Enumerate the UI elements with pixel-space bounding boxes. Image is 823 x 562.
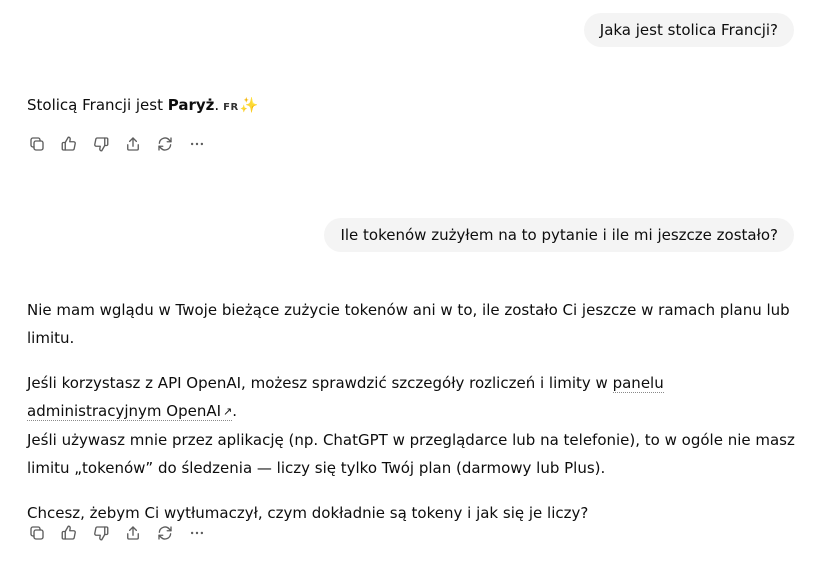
user-message-text: Jaka jest stolica Francji?: [599, 21, 778, 39]
answer-paragraph: Jeśli korzystasz z API OpenAI, możesz sp…: [27, 369, 797, 482]
answer-text: Jeśli korzystasz z API OpenAI, możesz sp…: [27, 374, 613, 392]
user-message-bubble: Ile tokenów zużyłem na to pytanie i ile …: [324, 218, 794, 252]
share-button[interactable]: [121, 522, 145, 544]
user-message-text: Ile tokenów zużyłem na to pytanie i ile …: [340, 226, 778, 244]
bad-response-button[interactable]: [89, 133, 113, 155]
message-actions: [25, 522, 209, 544]
answer-text-suffix: .: [232, 402, 238, 420]
answer-paragraph: Nie mam wglądu w Twoje bieżące zużycie t…: [27, 301, 790, 347]
good-response-button[interactable]: [57, 133, 81, 155]
assistant-message: Nie mam wglądu w Twoje bieżące zużycie t…: [27, 296, 797, 527]
share-button[interactable]: [121, 133, 145, 155]
thumbs-up-icon: [61, 525, 76, 540]
regenerate-icon: [158, 526, 172, 540]
share-icon: [127, 137, 139, 151]
thumbs-up-icon: [61, 136, 76, 151]
answer-text: Stolicą Francji jest: [27, 96, 168, 114]
thumbs-down-icon: [94, 526, 109, 541]
copy-icon: [30, 137, 44, 151]
regenerate-button[interactable]: [153, 522, 177, 544]
message-actions: [25, 133, 209, 155]
answer-text: Jeśli używasz mnie przez aplikację (np. …: [27, 431, 795, 477]
more-options-button[interactable]: [185, 133, 209, 155]
regenerate-icon: [158, 137, 172, 151]
sparkle-icon: ✨: [239, 96, 259, 114]
external-link-icon: ↗: [223, 405, 233, 418]
answer-text-suffix: .: [214, 96, 220, 114]
assistant-message: Stolicą Francji jest Paryż. FR✨: [27, 91, 797, 122]
more-icon: [190, 142, 204, 146]
bad-response-button[interactable]: [89, 522, 113, 544]
copy-icon: [30, 526, 44, 540]
good-response-button[interactable]: [57, 522, 81, 544]
copy-button[interactable]: [25, 522, 49, 544]
thumbs-down-icon: [94, 137, 109, 152]
copy-button[interactable]: [25, 133, 49, 155]
more-options-button[interactable]: [185, 522, 209, 544]
more-icon: [190, 531, 204, 535]
share-icon: [127, 526, 139, 540]
user-message-bubble: Jaka jest stolica Francji?: [583, 13, 794, 47]
flag-label: FR: [223, 102, 239, 113]
regenerate-button[interactable]: [153, 133, 177, 155]
answer-bold-text: Paryż: [167, 96, 215, 114]
